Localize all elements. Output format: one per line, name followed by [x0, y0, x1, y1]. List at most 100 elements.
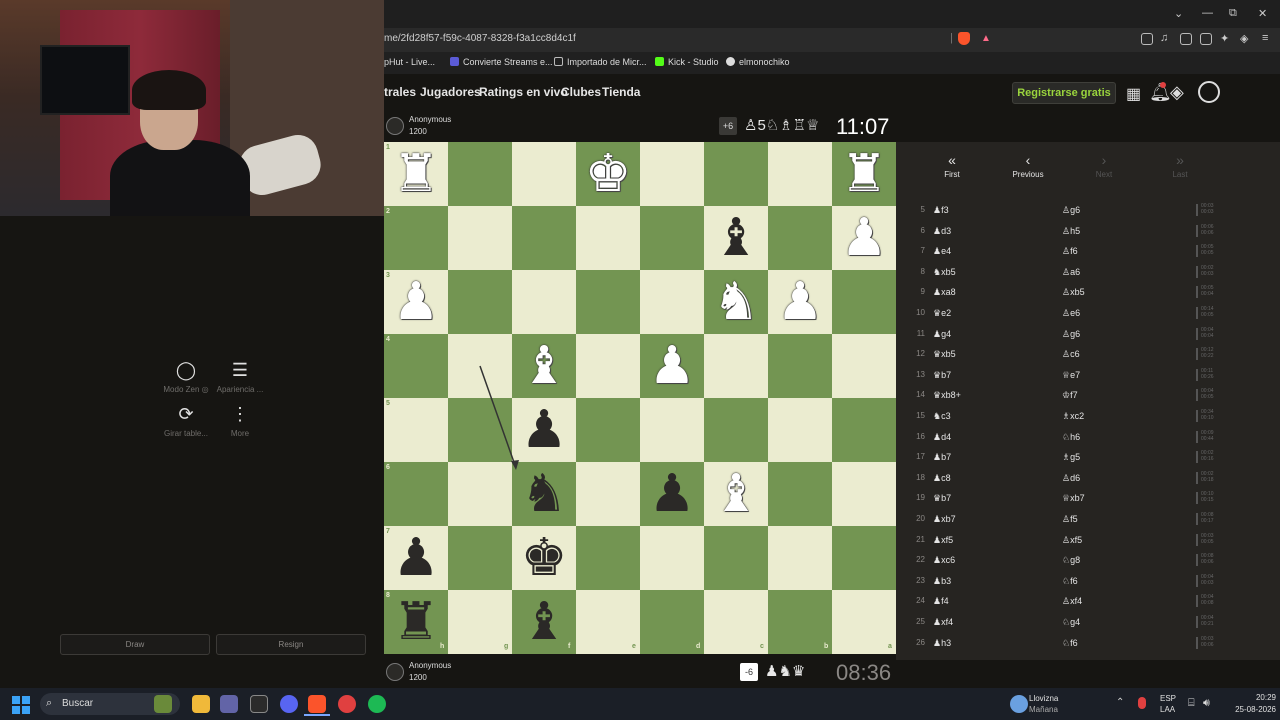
white-move[interactable]: ♟g4 — [933, 329, 951, 340]
last-move-button[interactable]: » Last — [1150, 152, 1210, 179]
white-move[interactable]: ♛e2 — [933, 308, 951, 319]
teams-icon[interactable] — [220, 695, 238, 713]
nav-item-shop[interactable]: Tienda — [602, 85, 640, 99]
black-move[interactable]: ♙a6 — [1062, 267, 1080, 278]
flip-board-button[interactable]: ⟳ Girar table... — [156, 404, 216, 438]
bookmark-item[interactable]: elmonochiko — [726, 57, 790, 67]
tab-list-icon[interactable]: ⌄ — [1174, 7, 1183, 20]
white-move[interactable]: ♞xb5 — [933, 267, 956, 278]
sidebar-icon[interactable] — [1180, 33, 1192, 45]
black-move[interactable]: ♙c6 — [1062, 349, 1080, 360]
nav-item-streamers[interactable]: trales — [384, 85, 416, 99]
search-highlight-icon[interactable] — [154, 695, 172, 713]
nav-item-live-ratings[interactable]: Ratings en vivo — [479, 85, 568, 99]
black-move[interactable]: ♘g4 — [1062, 617, 1080, 628]
weather-icon[interactable] — [1010, 695, 1028, 713]
black-move[interactable]: ♙xf5 — [1062, 535, 1082, 546]
black-move[interactable]: ♙f5 — [1062, 514, 1078, 525]
top-player-avatar[interactable] — [386, 117, 404, 135]
white-move[interactable]: ♟b7 — [933, 452, 951, 463]
black-move[interactable]: ♙d6 — [1062, 473, 1080, 484]
black-move[interactable]: ♕e7 — [1062, 370, 1080, 381]
nav-item-clubs[interactable]: Clubes — [561, 85, 601, 99]
white-move[interactable]: ♟f4 — [933, 596, 949, 607]
white-move[interactable]: ♟h3 — [933, 638, 951, 649]
black-move[interactable]: ♙e6 — [1062, 308, 1080, 319]
bookmark-item[interactable]: pHut - Live... — [384, 57, 435, 67]
bookmark-item[interactable]: Kick - Studio — [655, 57, 719, 67]
minimize-button[interactable]: — — [1202, 7, 1213, 19]
clock-date[interactable]: 25-08-2026 — [1220, 705, 1276, 714]
white-move[interactable]: ♟xa8 — [933, 287, 956, 298]
black-move[interactable]: ♙g6 — [1062, 329, 1080, 340]
obs-icon[interactable] — [338, 695, 356, 713]
white-move[interactable]: ♛xb5 — [933, 349, 956, 360]
black-move[interactable]: ♙h5 — [1062, 226, 1080, 237]
bottom-player-name[interactable]: Anonymous — [409, 661, 451, 670]
white-move[interactable]: ♟xf4 — [933, 617, 953, 628]
resign-button[interactable]: Resign — [216, 634, 366, 655]
clock-time[interactable]: 20:29 — [1236, 693, 1276, 702]
top-player-name[interactable]: Anonymous — [409, 115, 451, 124]
black-move[interactable]: ♗g5 — [1062, 452, 1080, 463]
next-move-button[interactable]: › Next — [1074, 152, 1134, 179]
network-icon[interactable]: ⌸ — [1188, 697, 1195, 710]
black-move[interactable]: ♘g8 — [1062, 555, 1080, 566]
maximize-button[interactable]: ⧉ — [1229, 7, 1237, 20]
black-move[interactable]: ♙g6 — [1062, 205, 1080, 216]
menu-icon[interactable]: ≡ — [1262, 32, 1268, 44]
brave-icon[interactable] — [308, 695, 326, 713]
white-move[interactable]: ♟xc6 — [933, 555, 955, 566]
layers-icon[interactable]: ◈ — [1170, 82, 1184, 103]
rewards-icon[interactable]: ▲ — [981, 33, 991, 44]
microphone-icon[interactable] — [1138, 697, 1146, 709]
extensions-icon[interactable] — [1141, 33, 1153, 45]
file-explorer-icon[interactable] — [192, 695, 210, 713]
white-move[interactable]: ♛b7 — [933, 493, 951, 504]
language-layout[interactable]: LAA — [1160, 705, 1175, 714]
black-move[interactable]: ♕xb7 — [1062, 493, 1085, 504]
white-move[interactable]: ♟b3 — [933, 576, 951, 587]
black-move[interactable]: ♔f7 — [1062, 390, 1078, 401]
profile-icon[interactable] — [1198, 81, 1220, 103]
spotify-icon[interactable] — [368, 695, 386, 713]
music-icon[interactable]: ♫ — [1160, 32, 1168, 44]
white-move[interactable]: ♛b7 — [933, 370, 951, 381]
black-move[interactable]: ♘f6 — [1062, 576, 1078, 587]
chess-board[interactable]: h g f e d c b a 1 2 3 4 5 6 7 8 ♜ ♚ ♜ ♝ ♟ ♟ ♞ ♟ ♝ ♟ ♟ ♞ ♟ ♝ ♟ ♚ ♜ ♝ — [384, 142, 896, 654]
black-move[interactable]: ♙xb5 — [1062, 287, 1085, 298]
vpn-icon[interactable]: ◈ — [1240, 32, 1248, 45]
wallet-icon[interactable] — [1200, 33, 1212, 45]
white-move[interactable]: ♟d3 — [933, 226, 951, 237]
chevron-up-icon[interactable]: ⌃ — [1116, 697, 1124, 708]
weather-title[interactable]: Llovizna — [1029, 694, 1058, 703]
first-move-button[interactable]: «First — [922, 152, 982, 179]
bottom-player-avatar[interactable] — [386, 663, 404, 681]
url-text[interactable]: me/2fd28f57-f59c-4087-8328-f3a1cc8d4c1f — [384, 33, 576, 44]
previous-move-button[interactable]: ‹ Previous — [998, 152, 1058, 179]
signup-button[interactable]: Registrarse gratis — [1012, 82, 1116, 104]
white-move[interactable]: ♟xf5 — [933, 535, 953, 546]
black-move[interactable]: ♗xc2 — [1062, 411, 1084, 422]
white-move[interactable]: ♟d4 — [933, 432, 951, 443]
white-move[interactable]: ♛xb8+ — [933, 390, 961, 401]
language-indicator[interactable]: ESP — [1160, 694, 1176, 703]
windows-start-icon[interactable] — [12, 696, 30, 714]
appearance-button[interactable]: ☰ Apariencia ... — [210, 360, 270, 394]
white-move[interactable]: ♟xb7 — [933, 514, 956, 525]
white-move[interactable]: ♟c8 — [933, 473, 951, 484]
black-move[interactable]: ♘h6 — [1062, 432, 1080, 443]
zen-mode-button[interactable]: ◯ Modo Zen ◎ — [156, 360, 216, 394]
white-move[interactable]: ♟e4 — [933, 246, 951, 257]
more-button[interactable]: ⋮ More — [210, 404, 270, 438]
brave-shield-icon[interactable] — [958, 32, 970, 45]
bookmark-item[interactable]: Importado de Micr... — [554, 57, 647, 67]
black-move[interactable]: ♙f6 — [1062, 246, 1078, 257]
nav-item-players[interactable]: Jugadores — [420, 85, 481, 99]
epic-games-icon[interactable] — [250, 695, 268, 713]
bookmark-item[interactable]: Convierte Streams e... — [450, 57, 553, 67]
board-icon[interactable]: ▦ — [1126, 84, 1141, 104]
black-move[interactable]: ♙xf4 — [1062, 596, 1082, 607]
black-move[interactable]: ♘f6 — [1062, 638, 1078, 649]
white-move[interactable]: ♟f3 — [933, 205, 949, 216]
